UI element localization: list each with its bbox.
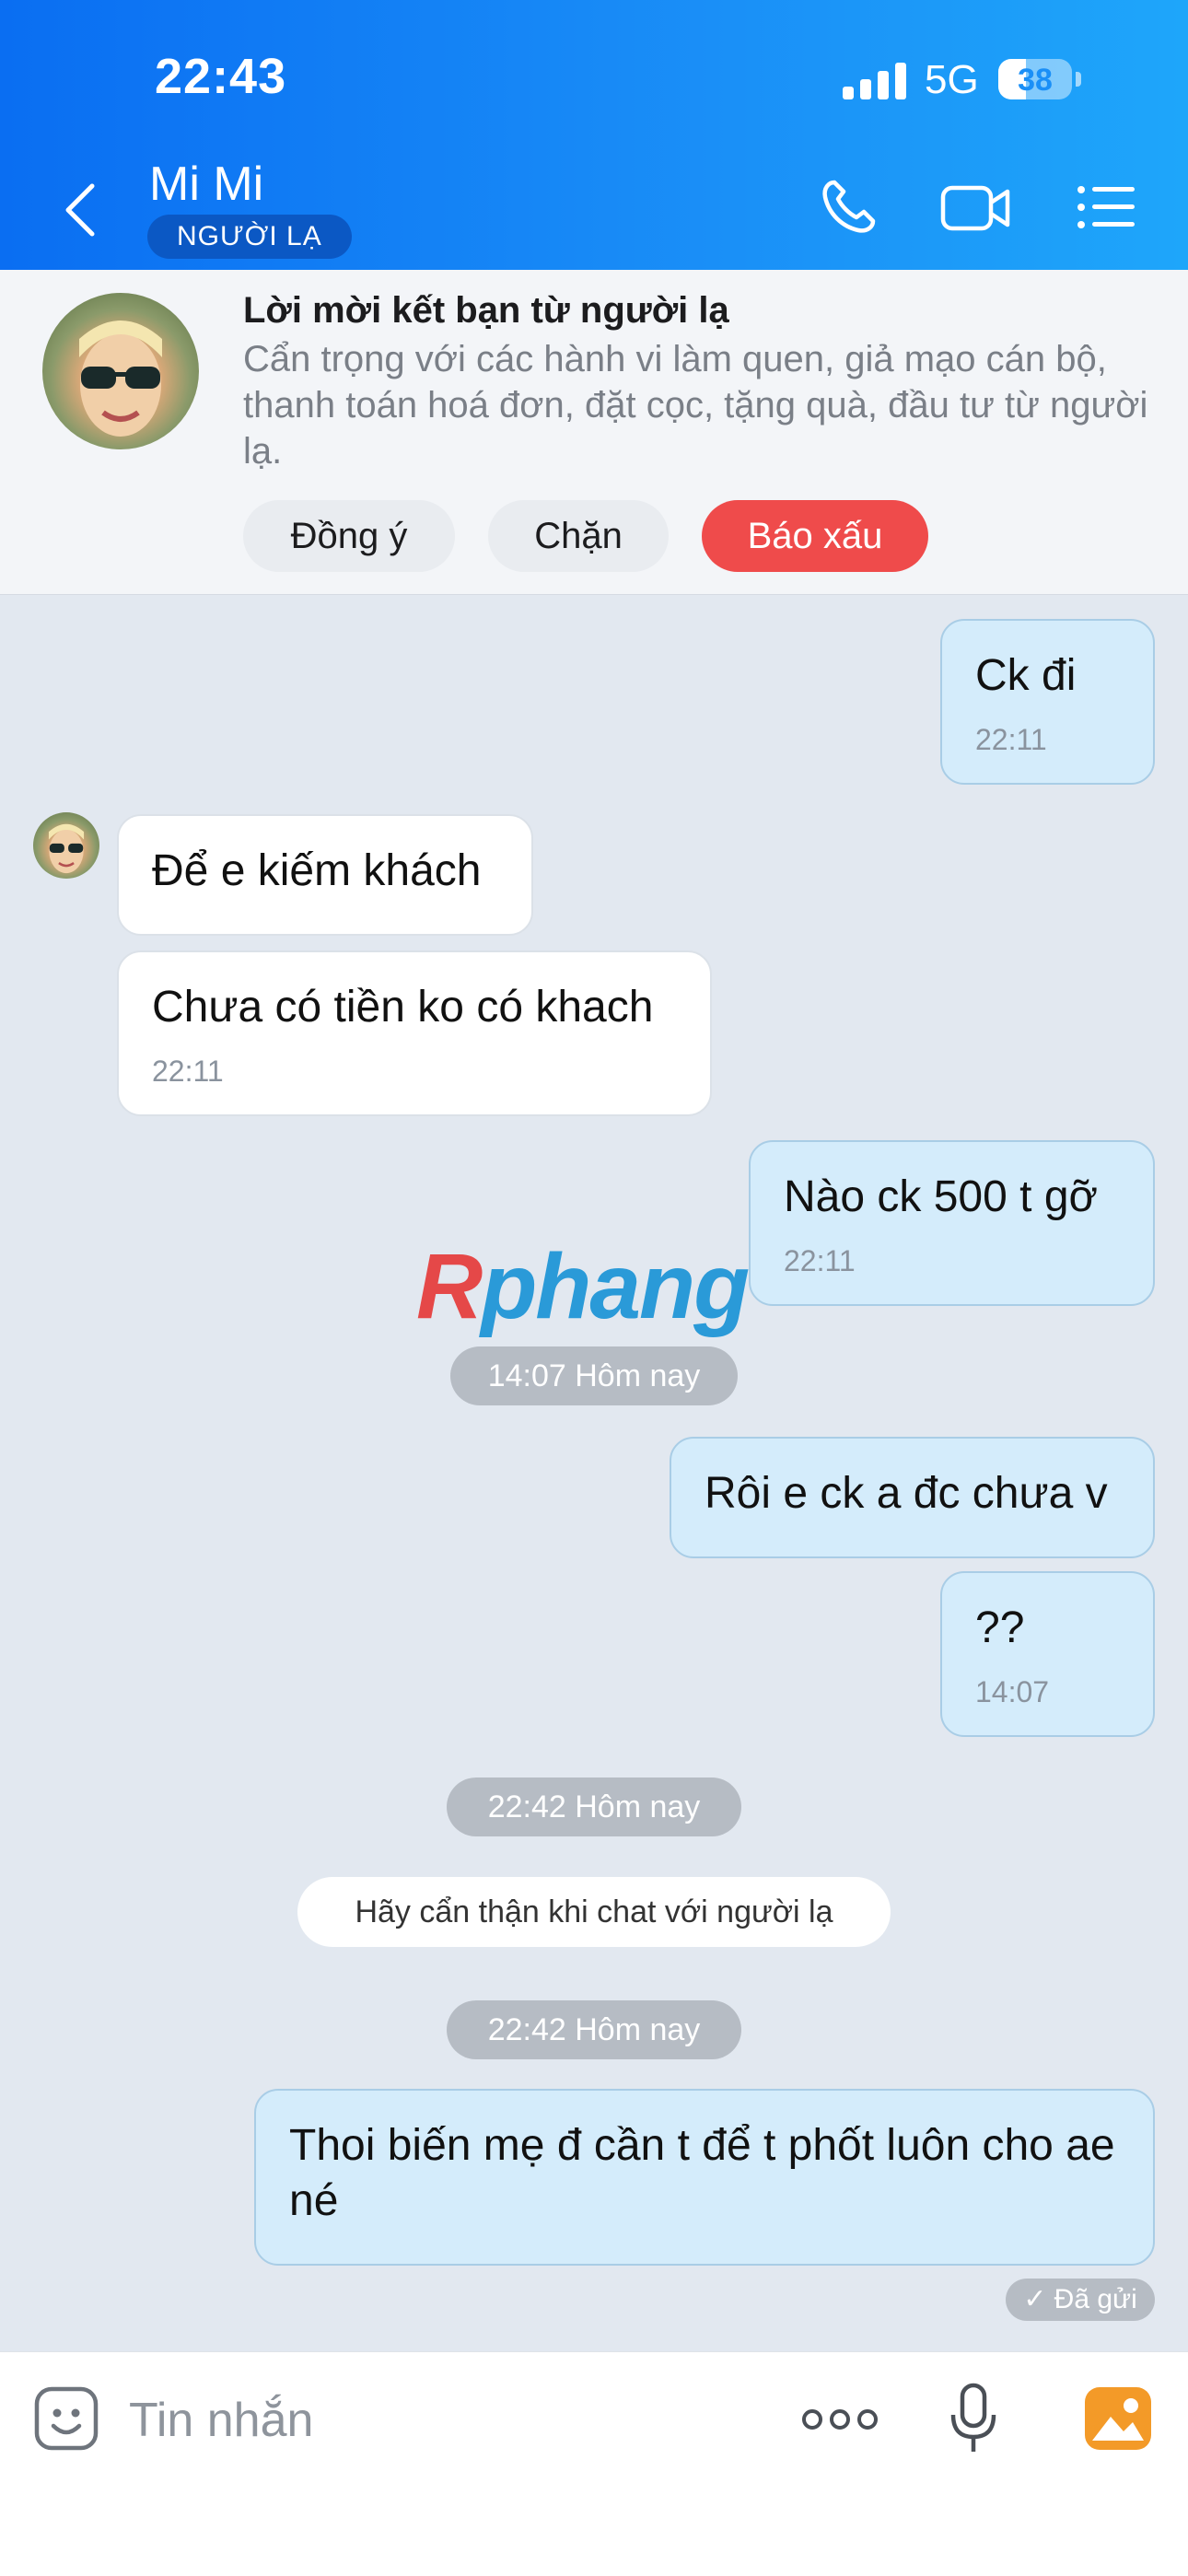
chevron-left-icon [65, 183, 95, 237]
contact-name[interactable]: Mi Mi [149, 157, 263, 212]
profile-photo [79, 321, 162, 437]
message-bubble[interactable]: ?? 14:07 [940, 1571, 1155, 1737]
message-bubble[interactable]: Rôi e ck a đc chưa v [670, 1437, 1155, 1558]
more-dots-icon [802, 2409, 878, 2430]
date-divider: 22:42 Hôm nay [447, 2000, 741, 2059]
check-icon: ✓ [1023, 2284, 1054, 2314]
watermark-logo: Rphang [416, 1235, 750, 1338]
stranger-badge: NGƯỜI LẠ [147, 215, 352, 259]
video-camera-icon [940, 185, 1010, 231]
message-composer: Tin nhắn [0, 2351, 1188, 2576]
network-type: 5G [925, 57, 979, 102]
emoji-sticker-icon [34, 2386, 99, 2451]
chat-header: 22:43 5G 38 Mi Mi NGƯỜI LẠ [0, 0, 1188, 270]
sticker-button[interactable] [33, 2385, 99, 2456]
battery-cap [1076, 72, 1081, 87]
message-text: Để e kiếm khách [152, 846, 482, 895]
message-bubble[interactable]: Để e kiếm khách [117, 814, 533, 936]
gallery-icon [1085, 2387, 1151, 2450]
block-button[interactable]: Chặn [488, 500, 669, 572]
stranger-warning-notice: Hãy cẩn thận khi chat với người lạ [297, 1877, 891, 1947]
message-text: Nào ck 500 t gỡ [784, 1172, 1098, 1221]
message-time: 22:11 [152, 1055, 224, 1088]
sender-avatar[interactable] [33, 812, 99, 879]
phone-icon [822, 180, 876, 233]
message-text: Chưa có tiền ko có khach [152, 983, 654, 1032]
date-divider: 22:42 Hôm nay [447, 1778, 741, 1836]
voice-message-button[interactable] [949, 2382, 998, 2460]
friend-request-banner: Lời mời kết bạn từ người lạ Cẩn trọng vớ… [0, 270, 1188, 595]
friend-request-title: Lời mời kết bạn từ người lạ [243, 290, 729, 331]
message-bubble[interactable]: Thoi biến mẹ đ cần t để t phốt luôn cho … [254, 2089, 1155, 2266]
message-bubble[interactable]: Chưa có tiền ko có khach 22:11 [117, 950, 712, 1116]
message-text: Thoi biến mẹ đ cần t để t phốt luôn cho … [289, 2121, 1115, 2225]
accept-button[interactable]: Đồng ý [243, 500, 455, 572]
message-time: 22:11 [975, 723, 1047, 756]
message-text: ?? [975, 1603, 1025, 1652]
more-options-button[interactable] [801, 2406, 879, 2438]
message-time: 14:07 [975, 1675, 1050, 1708]
microphone-icon [950, 2383, 996, 2452]
menu-button[interactable] [1076, 175, 1136, 244]
report-button[interactable]: Báo xấu [702, 500, 928, 572]
avatar[interactable] [42, 293, 199, 449]
profile-photo [48, 823, 85, 874]
friend-request-warning: Cẩn trọng với các hành vi làm quen, giả … [243, 339, 1148, 472]
photo-button[interactable] [1083, 2385, 1153, 2456]
battery-icon: 38 [998, 59, 1072, 99]
sent-status-badge: ✓ Đã gửi [1006, 2279, 1155, 2321]
message-text: Rôi e ck a đc chưa v [705, 1469, 1108, 1518]
date-divider: 14:07 Hôm nay [450, 1346, 738, 1405]
signal-icon [843, 63, 907, 99]
voice-call-button[interactable] [816, 175, 880, 244]
message-time: 22:11 [784, 1244, 856, 1277]
list-menu-icon [1077, 186, 1135, 228]
message-bubble[interactable]: Nào ck 500 t gỡ 22:11 [749, 1140, 1155, 1306]
message-input[interactable]: Tin nhắn [129, 2393, 313, 2448]
message-text: Ck đi [975, 651, 1077, 700]
status-time: 22:43 [155, 49, 287, 104]
battery-percent: 38 [1018, 63, 1053, 98]
message-bubble[interactable]: Ck đi 22:11 [940, 619, 1155, 785]
back-button[interactable] [57, 181, 103, 239]
video-call-button[interactable] [939, 175, 1013, 244]
